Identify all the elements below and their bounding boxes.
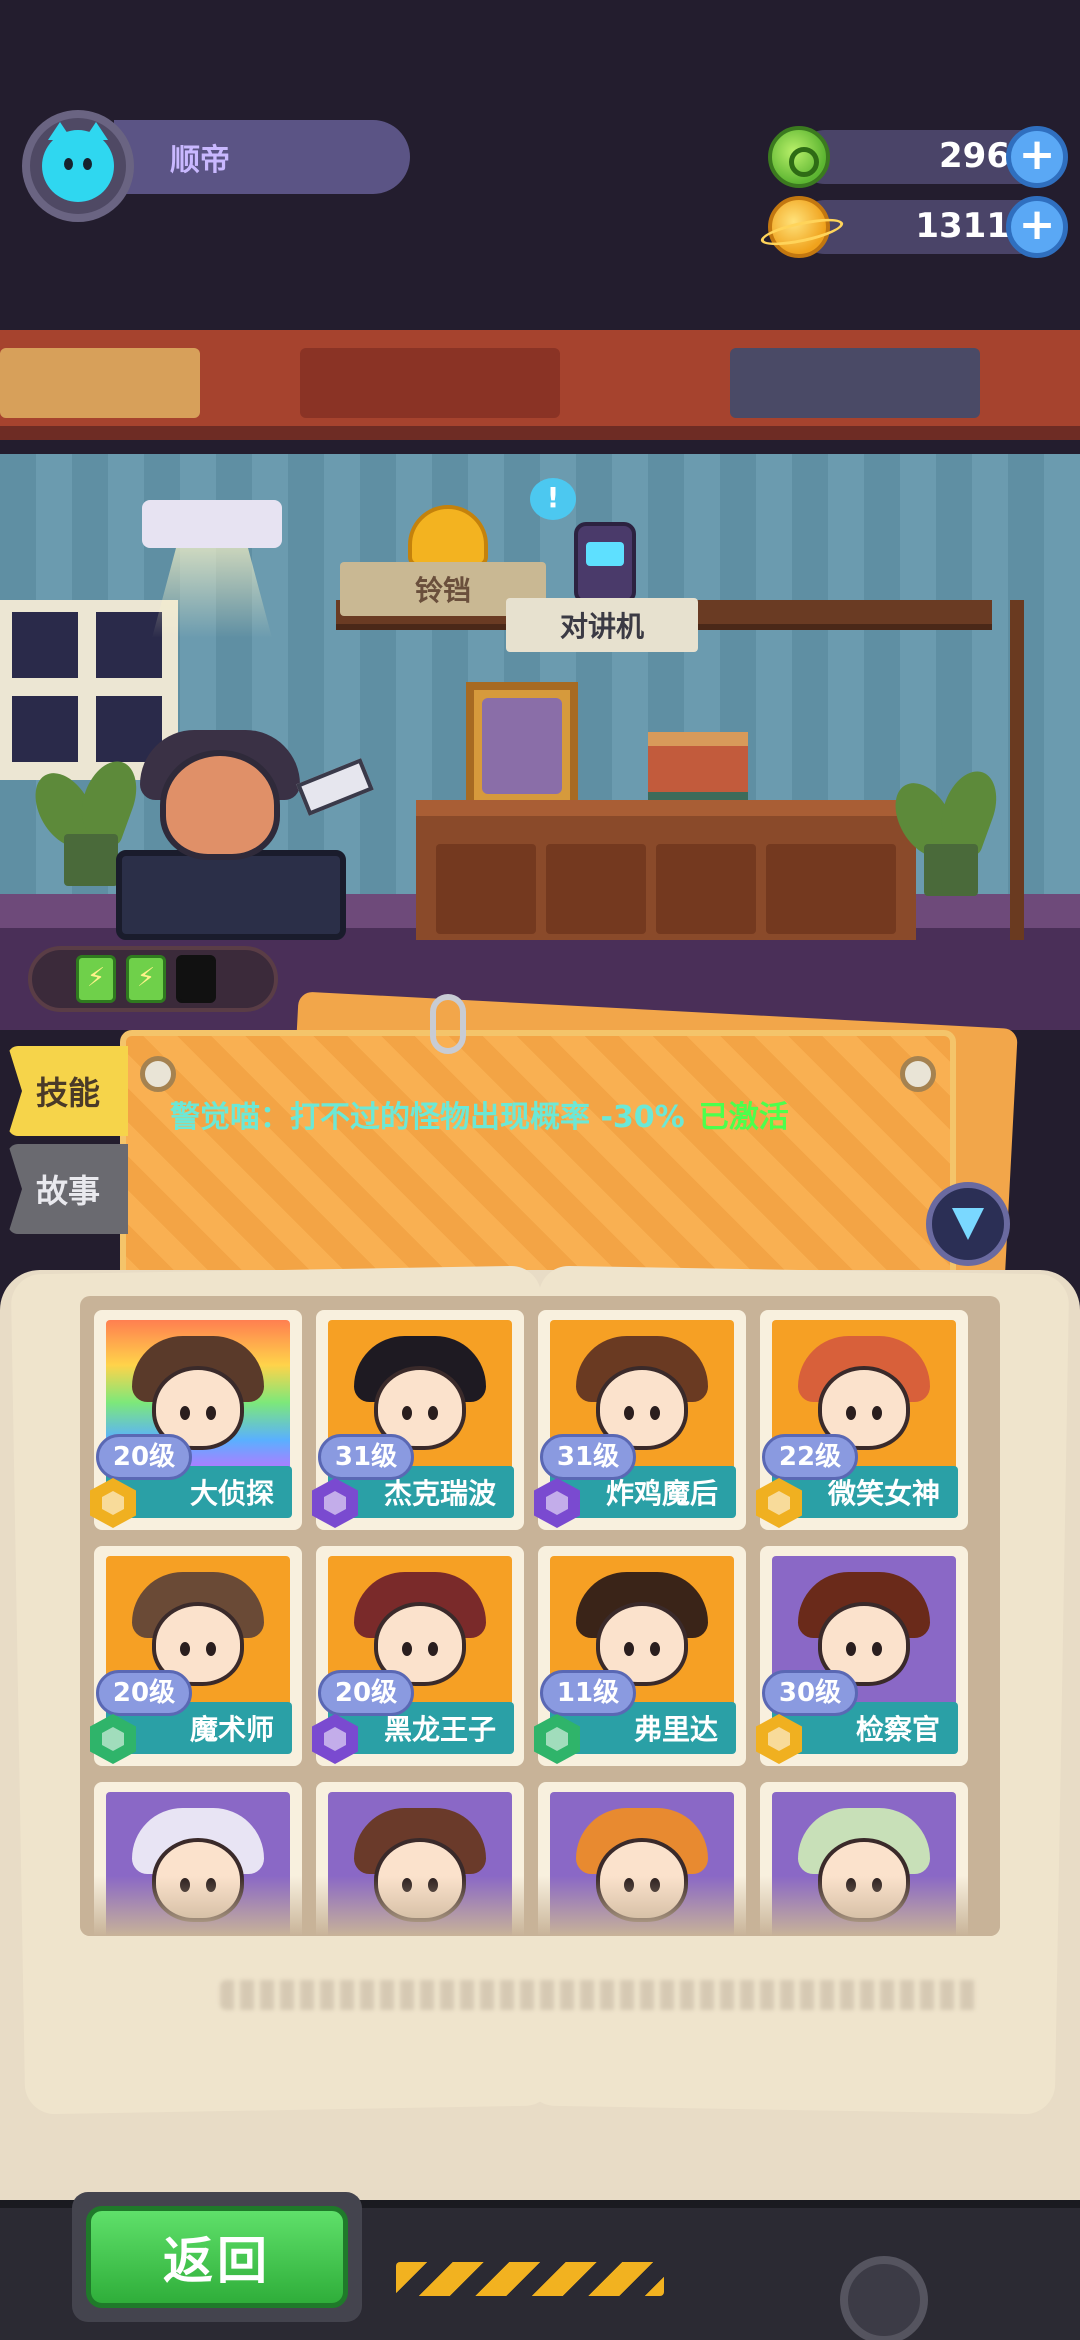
back-button[interactable]: 返回 <box>86 2206 348 2308</box>
battery-charged-icon: ⚡ <box>76 955 116 1003</box>
skill-status: 已激活 <box>698 1100 789 1135</box>
green-coin-amount: 296 <box>939 136 1010 176</box>
skill-description-line: 警觉喵：打不过的怪物出现概率 -30% 已激活 <box>170 1092 789 1136</box>
vent-icon <box>840 2256 928 2340</box>
add-gold-coin-button[interactable]: + <box>1006 196 1068 258</box>
hero-level: 20级 <box>318 1670 414 1716</box>
hero-card[interactable]: 魔术师 20级 <box>90 1546 302 1766</box>
gold-planet-coin-icon <box>768 196 830 258</box>
gold-coin-amount: 1311 <box>915 206 1010 246</box>
hero-grid-panel[interactable]: 大侦探 20级 杰克瑞波 31级 炸鸡魔后 31级 微笑女神 22级魔术师 20级 黑龙王子 20级… <box>80 1296 1000 1936</box>
notification-bubble-icon: ! <box>530 478 576 520</box>
hero-level: 31级 <box>540 1434 636 1480</box>
hero-card[interactable]: 检察官 30级 <box>756 1546 968 1766</box>
hazard-stripe <box>396 2262 664 2296</box>
hero-level: 30级 <box>762 1670 858 1716</box>
hero-card[interactable]: 弗里达 11级 <box>534 1546 746 1766</box>
add-green-coin-button[interactable]: + <box>1006 126 1068 188</box>
cat-avatar-icon <box>42 122 114 202</box>
skill-description: 警觉喵：打不过的怪物出现概率 -30% <box>170 1100 685 1135</box>
hero-card[interactable]: 大侦探 20级 <box>90 1310 302 1530</box>
gold-coin-counter: 1311 + <box>768 196 1068 258</box>
hero-card[interactable]: 炸鸡魔后 31级 <box>534 1310 746 1530</box>
grid-fade <box>80 1876 1000 1936</box>
potted-plant-right <box>883 763 1007 896</box>
tab-skill[interactable]: 技能 <box>8 1046 128 1136</box>
player-profile[interactable]: 顺帝 <box>22 110 410 222</box>
hero-grid: 大侦探 20级 杰克瑞波 31级 炸鸡魔后 31级 微笑女神 22级魔术师 20级 黑龙王子 20级… <box>90 1310 986 1936</box>
player-name: 顺帝 <box>170 143 230 178</box>
cat-character[interactable] <box>140 730 300 870</box>
blurred-text <box>220 1980 980 2010</box>
tab-story[interactable]: 故事 <box>8 1144 128 1234</box>
hero-card[interactable]: 黑龙王子 20级 <box>312 1546 524 1766</box>
pin-icon <box>900 1056 936 1092</box>
filter-button[interactable] <box>926 1182 1010 1266</box>
battery-empty-icon <box>176 955 216 1003</box>
pin-icon <box>140 1056 176 1092</box>
hero-level: 20级 <box>96 1670 192 1716</box>
green-coin-counter: 296 + <box>768 126 1068 188</box>
player-name-plate: 顺帝 <box>114 120 410 194</box>
book-stack <box>648 732 748 806</box>
walkie-talkie-icon[interactable] <box>574 522 636 604</box>
hero-card[interactable]: 杰克瑞波 31级 <box>312 1310 524 1530</box>
top-bar: 顺帝 296 + 1311 + <box>0 0 1080 330</box>
room-scene: 铃铛 ! 对讲机 ⚡ ⚡ <box>0 330 1080 1030</box>
battery-indicator: ⚡ ⚡ <box>28 946 278 1012</box>
paper-clip-icon <box>430 994 466 1054</box>
hero-level: 11级 <box>540 1670 636 1716</box>
hero-card[interactable]: 微笑女神 22级 <box>756 1310 968 1530</box>
coat-rack <box>1010 600 1024 940</box>
hero-level: 31级 <box>318 1434 414 1480</box>
walkie-talkie-label[interactable]: 对讲机 <box>506 598 698 652</box>
ceiling-projector <box>142 500 282 548</box>
desk <box>416 800 916 940</box>
hero-level: 22级 <box>762 1434 858 1480</box>
avatar[interactable] <box>22 110 134 222</box>
back-button-frame: 返回 <box>72 2192 362 2322</box>
cat-portrait-frame <box>466 682 578 810</box>
top-shelf <box>0 330 1080 440</box>
battery-charged-icon: ⚡ <box>126 955 166 1003</box>
green-coin-icon <box>768 126 830 188</box>
hero-level: 20级 <box>96 1434 192 1480</box>
